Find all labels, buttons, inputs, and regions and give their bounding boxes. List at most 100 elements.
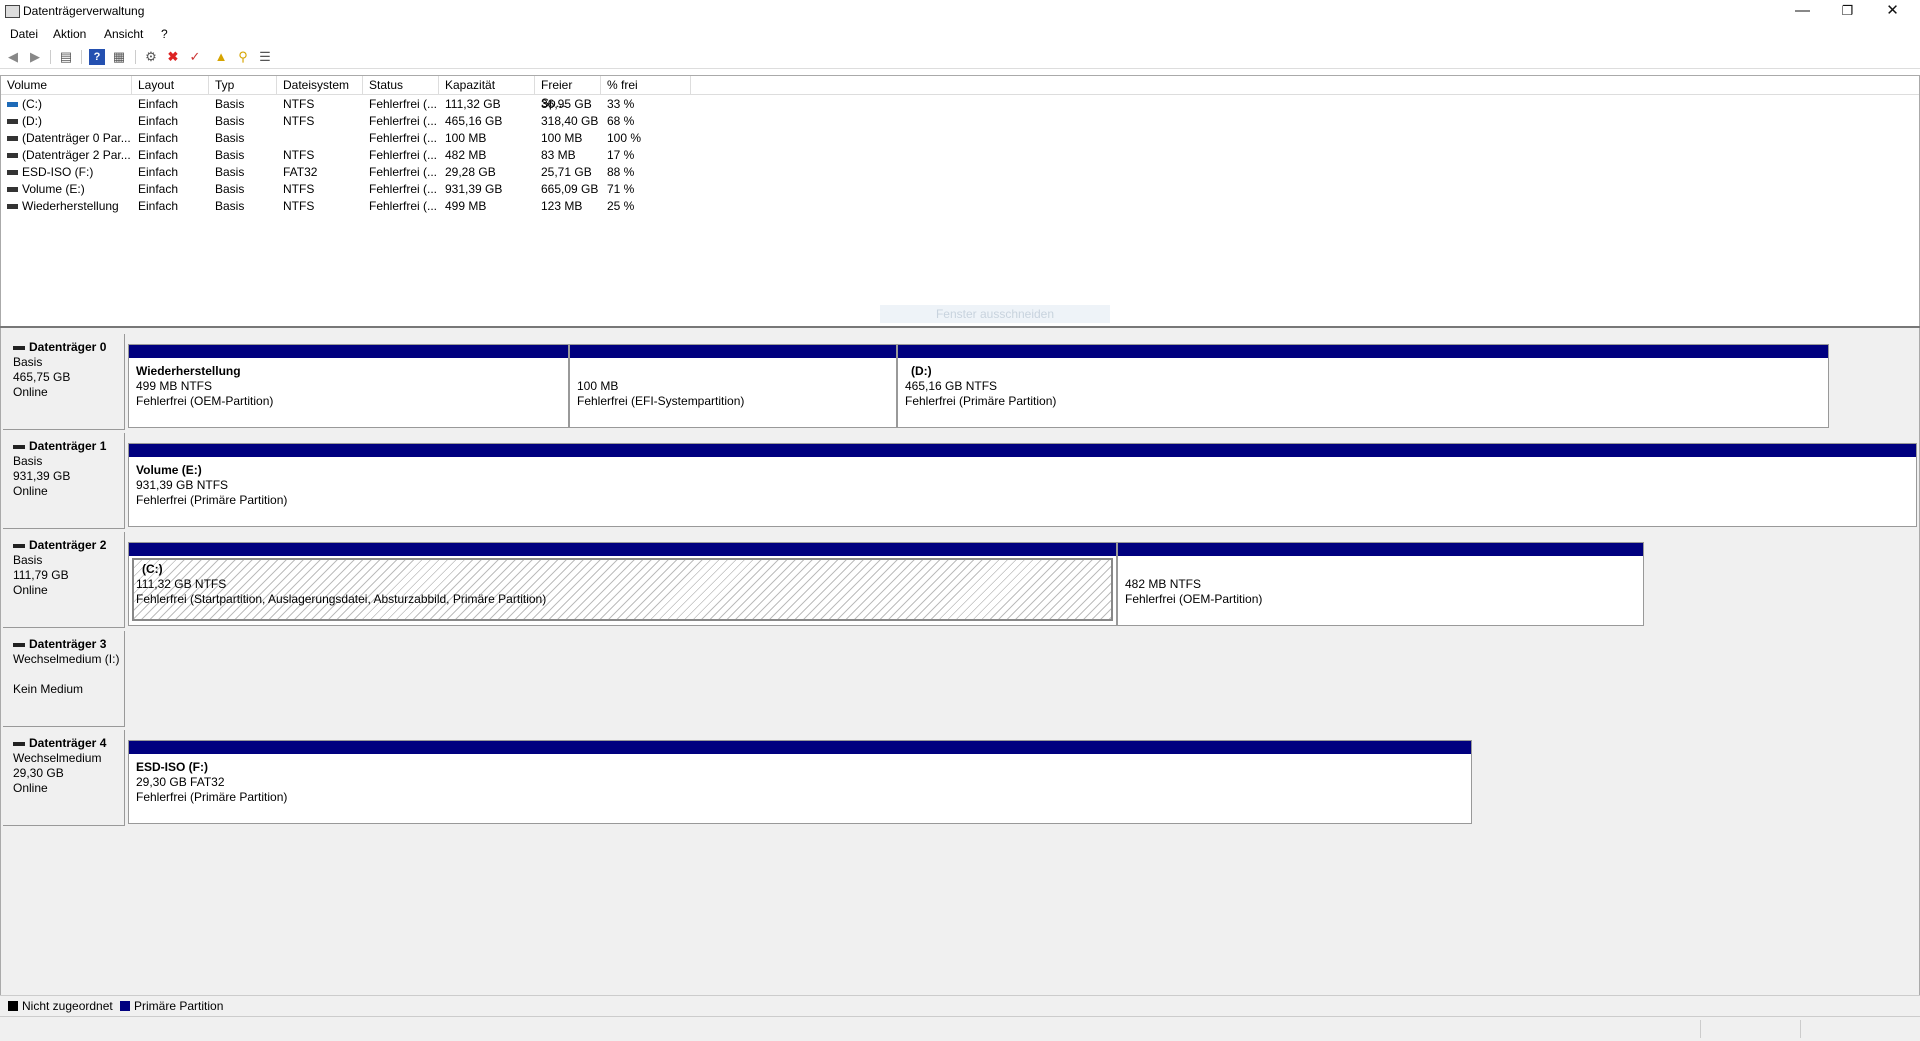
menu-bar: Datei Aktion Ansicht ? <box>0 24 1920 44</box>
volume-list-header: Volume Layout Typ Dateisystem Status Kap… <box>1 76 1919 110</box>
partition-size: 111,32 GB NTFS <box>136 577 227 591</box>
partition-status: Fehlerfrei (OEM-Partition) <box>136 394 274 408</box>
disk-type: Wechselmedium <box>13 751 102 765</box>
col-dateisystem[interactable]: Dateisystem <box>277 76 363 94</box>
volume-icon <box>7 119 18 125</box>
primary-swatch <box>120 1001 130 1011</box>
back-icon[interactable]: ◀ <box>5 49 21 65</box>
partition-name <box>577 364 891 379</box>
partition-status: Fehlerfrei (Primäre Partition) <box>136 493 288 507</box>
partition-c[interactable]: (C:) 111,32 GB NTFS Fehlerfrei (Startpar… <box>128 542 1117 626</box>
table-row[interactable]: Wiederherstellung Einfach Basis NTFS Fehle… <box>1 198 1919 215</box>
window-title: Datenträgerverwaltung <box>23 4 145 18</box>
console-tree-icon[interactable]: ▤ <box>58 49 74 65</box>
disk-row-0: Datenträger 0 Basis 465,75 GB Online Wie… <box>3 334 1918 430</box>
volume-icon <box>7 136 18 142</box>
partition-name: (D:) <box>911 364 932 378</box>
disk-label-1[interactable]: Datenträger 1 Basis 931,39 GB Online <box>3 433 125 529</box>
partition-status: Fehlerfrei (Startpartition, Auslagerungs… <box>136 592 547 606</box>
table-row[interactable]: Volume (E:) Einfach Basis NTFS Fehlerfrei … <box>1 181 1919 198</box>
partition-name: Wiederherstellung <box>136 364 241 378</box>
table-row[interactable]: ESD-ISO (F:) Einfach Basis FAT32 Fehlerfre… <box>1 164 1919 181</box>
close-button[interactable]: ✕ <box>1870 0 1915 22</box>
disk-label-4[interactable]: Datenträger 4 Wechselmedium 29,30 GB Onl… <box>3 730 125 826</box>
menu-ansicht[interactable]: Ansicht <box>104 27 143 41</box>
partition-oem[interactable]: 482 MB NTFS Fehlerfrei (OEM-Partition) <box>1117 542 1644 626</box>
col-typ[interactable]: Typ <box>209 76 277 94</box>
legend: Nicht zugeordnet Primäre Partition <box>0 995 1920 1016</box>
status-bar <box>0 1016 1920 1041</box>
partition-size: 465,16 GB NTFS <box>905 379 998 393</box>
disk-label-3[interactable]: Datenträger 3 Wechselmedium (I:) Kein Me… <box>3 631 125 727</box>
disk-size: 29,30 GB <box>13 766 64 780</box>
volume-icon <box>7 170 18 176</box>
col-freier-speicher[interactable]: Freier Sp... <box>535 76 601 110</box>
disk-label-2[interactable]: Datenträger 2 Basis 111,79 GB Online <box>3 532 125 628</box>
list-view-icon[interactable]: ☰ <box>257 49 273 65</box>
partition-status: Fehlerfrei (OEM-Partition) <box>1125 592 1263 606</box>
partition-recovery[interactable]: Wiederherstellung 499 MB NTFS Fehlerfrei… <box>128 344 569 428</box>
disk-row-4: Datenträger 4 Wechselmedium 29,30 GB Onl… <box>3 730 1918 826</box>
volume-icon <box>7 153 18 159</box>
partition-d[interactable]: (D:) 465,16 GB NTFS Fehlerfrei (Primäre … <box>897 344 1829 428</box>
partition-status: Fehlerfrei (EFI-Systempartition) <box>577 394 745 408</box>
volume-list: Volume Layout Typ Dateisystem Status Kap… <box>0 75 1920 327</box>
minimize-button[interactable]: — <box>1780 0 1825 22</box>
disk-size <box>13 667 124 682</box>
connect-icon[interactable]: ⚙ <box>143 49 159 65</box>
search-icon[interactable]: ⚲ <box>235 49 251 65</box>
col-status[interactable]: Status <box>363 76 439 94</box>
col-layout[interactable]: Layout <box>132 76 209 94</box>
disk-type: Basis <box>13 355 43 369</box>
menu-help[interactable]: ? <box>161 27 168 41</box>
table-row[interactable]: (Datenträger 0 Par... Einfach Basis Fehle… <box>1 130 1919 147</box>
disk-row-2: Datenträger 2 Basis 111,79 GB Online (C:… <box>3 532 1918 628</box>
disk-type: Wechselmedium (I:) <box>13 652 120 666</box>
table-row[interactable]: (Datenträger 2 Par... Einfach Basis NTFS F… <box>1 147 1919 164</box>
partition-name: Volume (E:) <box>136 463 202 477</box>
help-icon[interactable]: ? <box>89 49 105 65</box>
disk-state: Kein Medium <box>13 682 84 696</box>
col-prozent-frei[interactable]: % frei <box>601 76 691 94</box>
col-volume[interactable]: Volume <box>1 76 132 94</box>
title-bar: Datenträgerverwaltung — ❐ ✕ <box>0 0 1920 24</box>
volume-icon <box>7 102 18 108</box>
disk-state: Online <box>13 484 48 498</box>
partition-f[interactable]: ESD-ISO (F:) 29,30 GB FAT32 Fehlerfrei (… <box>128 740 1472 824</box>
partition-size: 482 MB NTFS <box>1125 577 1202 591</box>
disk-size: 111,79 GB <box>13 568 69 582</box>
legend-primary: Primäre Partition <box>134 999 224 1013</box>
menu-aktion[interactable]: Aktion <box>53 27 86 41</box>
snip-tooltip: Fenster ausschneiden <box>880 305 1110 323</box>
toolbar: ◀ ▶ ▤ ? ▦ ⚙ ✖ ✓ ▲ ⚲ ☰ <box>0 46 1920 69</box>
delete-icon[interactable]: ✖ <box>165 49 181 65</box>
menu-datei[interactable]: Datei <box>10 27 38 41</box>
partition-size: 931,39 GB NTFS <box>136 478 229 492</box>
disk-type: Basis <box>13 553 43 567</box>
disk-state: Online <box>13 781 48 795</box>
restore-button[interactable]: ❐ <box>1825 0 1870 22</box>
partition-size: 29,30 GB FAT32 <box>136 775 225 789</box>
disk-name: Datenträger 0 <box>13 340 124 355</box>
check-icon[interactable]: ✓ <box>187 49 203 65</box>
col-kapazitaet[interactable]: Kapazität <box>439 76 535 94</box>
disk-management-app-icon <box>5 5 20 18</box>
table-row[interactable]: (C:) Einfach Basis NTFS Fehlerfrei (... 11… <box>1 96 1919 113</box>
disk-row-1: Datenträger 1 Basis 931,39 GB Online Vol… <box>3 433 1918 529</box>
partition-efi[interactable]: 100 MB Fehlerfrei (EFI-Systempartition) <box>569 344 897 428</box>
properties-icon[interactable]: ▦ <box>111 49 127 65</box>
unallocated-swatch <box>8 1001 18 1011</box>
forward-icon[interactable]: ▶ <box>27 49 43 65</box>
partition-e[interactable]: Volume (E:) 931,39 GB NTFS Fehlerfrei (P… <box>128 443 1917 527</box>
disk-state: Online <box>13 385 48 399</box>
folder-up-icon[interactable]: ▲ <box>213 49 229 65</box>
table-row[interactable]: (D:) Einfach Basis NTFS Fehlerfrei (... 46… <box>1 113 1919 130</box>
partition-size: 100 MB <box>577 379 619 393</box>
partition-status: Fehlerfrei (Primäre Partition) <box>905 394 1057 408</box>
disk-name: Datenträger 2 <box>13 538 124 553</box>
disk-type: Basis <box>13 454 43 468</box>
disk-name: Datenträger 1 <box>13 439 124 454</box>
volume-icon <box>7 187 18 193</box>
disk-state: Online <box>13 583 48 597</box>
disk-label-0[interactable]: Datenträger 0 Basis 465,75 GB Online <box>3 334 125 430</box>
